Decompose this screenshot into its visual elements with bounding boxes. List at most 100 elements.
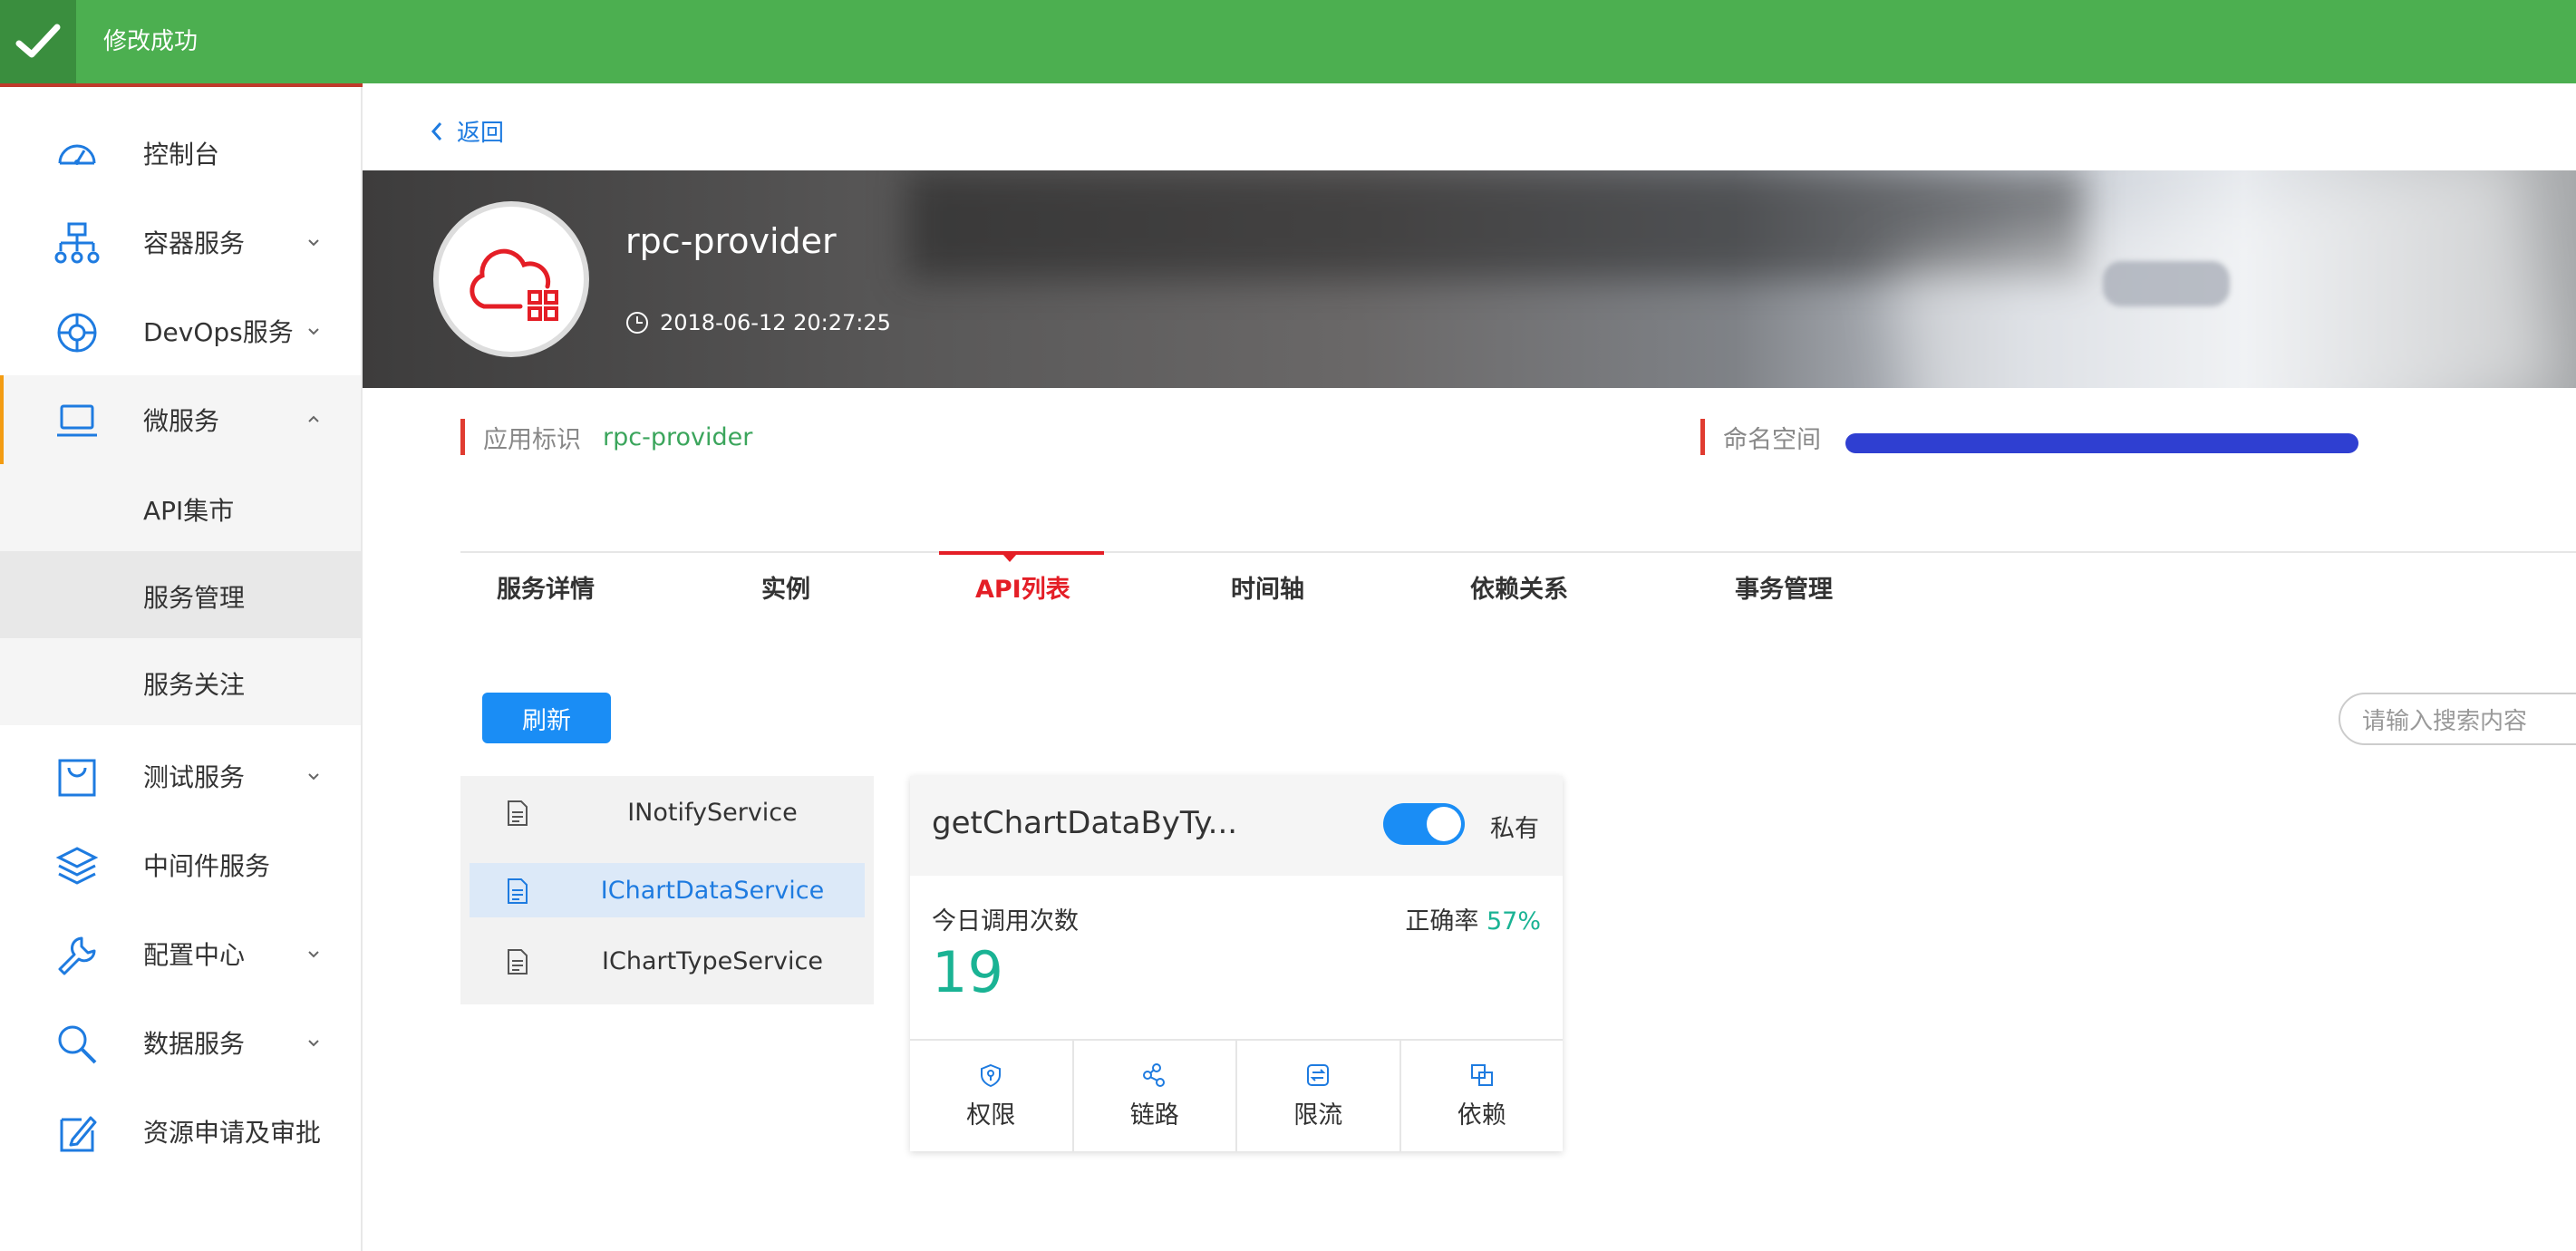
chevron-down-icon (308, 773, 319, 781)
action-label: 链路 (1129, 1101, 1179, 1130)
back-label: 返回 (457, 120, 505, 147)
sidebar-item-label: 资源申请及审批 (143, 1118, 322, 1148)
cloud-app-icon (470, 248, 558, 321)
active-tab-indicator (939, 551, 1104, 555)
private-toggle[interactable] (1383, 803, 1465, 845)
tab-transactions[interactable]: 事务管理 (1735, 569, 1833, 605)
accuracy-rate: 正确率 57% (1405, 901, 1541, 936)
banner-blur-mark (2103, 261, 2230, 306)
tab-service-details[interactable]: 服务详情 (497, 569, 595, 605)
search-icon (58, 1025, 97, 1064)
accent-bar (1700, 419, 1705, 455)
container-icon (54, 222, 100, 264)
sidebar-item-testing[interactable]: 测试服务 (0, 732, 361, 820)
back-link[interactable]: 返回 (430, 114, 504, 148)
sidebar-item-middleware[interactable]: 中间件服务 (0, 820, 361, 909)
accuracy-value: 57% (1486, 907, 1541, 936)
sidebar-item-label: 控制台 (143, 140, 220, 170)
sidebar-subitem-service-follow[interactable]: 服务关注 (0, 638, 361, 725)
service-item-icharttypeservice[interactable]: IChartTypeService (470, 934, 865, 988)
active-tab-caret (1002, 554, 1017, 562)
tab-instances[interactable]: 实例 (761, 569, 810, 605)
dashboard-icon (58, 144, 96, 165)
namespace-value-redacted (1845, 433, 2358, 453)
tab-dependencies[interactable]: 依赖关系 (1470, 569, 1568, 605)
sidebar-subitem-label: API集市 (143, 496, 235, 526)
namespace-label: 命名空间 (1723, 425, 1821, 454)
app-id-label: 应用标识 (483, 425, 581, 454)
refresh-button[interactable]: 刷新 (482, 693, 611, 743)
search-input[interactable]: 请输入搜索内容 (2339, 693, 2576, 745)
namespace-field: 命名空间 (1700, 419, 1843, 455)
success-toast: 修改成功 (0, 0, 2576, 83)
edit-icon (60, 1116, 97, 1152)
check-icon (0, 0, 76, 83)
chevron-down-icon (308, 328, 319, 335)
created-time-text: 2018-06-12 20:27:25 (660, 310, 891, 335)
laptop-icon (57, 404, 97, 437)
calls-today-label: 今日调用次数 (932, 907, 1079, 936)
api-name: getChartDataByTy... (932, 805, 1238, 841)
chevron-left-icon (431, 121, 442, 141)
chevron-down-icon (308, 239, 319, 247)
calls-today-value: 19 (932, 939, 1003, 1005)
action-label: 依赖 (1457, 1101, 1506, 1130)
layers-icon (55, 847, 99, 885)
sidebar-item-label: 配置中心 (143, 940, 246, 970)
bag-icon (58, 759, 96, 797)
sidebar-item-microservice[interactable]: 微服务 (0, 375, 361, 464)
chevron-down-icon (308, 1040, 319, 1047)
app-created-time: 2018-06-12 20:27:25 (625, 310, 891, 335)
service-name: IChartDataService (600, 876, 825, 905)
sidebar-item-config-center[interactable]: 配置中心 (0, 909, 361, 998)
action-label: 限流 (1293, 1101, 1343, 1130)
clock-icon (626, 312, 648, 334)
api-card-actions: 权限 链路 限流 依赖 (910, 1039, 1563, 1151)
dependency-icon (1470, 1063, 1493, 1086)
sidebar-item-label: DevOps服务 (143, 317, 294, 347)
accent-bar (460, 419, 465, 455)
api-card: getChartDataByTy... 私有 今日调用次数 19 正确率 57%… (910, 776, 1563, 1151)
sidebar-item-label: 微服务 (143, 406, 220, 436)
tab-api-list[interactable]: API列表 (975, 569, 1070, 605)
sidebar-item-label: 中间件服务 (143, 851, 271, 881)
sidebar-subitem-service-management[interactable]: 服务管理 (0, 551, 361, 638)
sidebar-item-data-service[interactable]: 数据服务 (0, 998, 361, 1087)
trace-button[interactable]: 链路 (1074, 1041, 1237, 1151)
visibility-label: 私有 (1490, 815, 1539, 843)
sidebar-item-label: 测试服务 (143, 762, 246, 792)
sidebar-item-container[interactable]: 容器服务 (0, 198, 361, 286)
sidebar-item-console[interactable]: 控制台 (0, 109, 361, 198)
devops-icon (57, 313, 97, 353)
app-banner (363, 170, 2576, 388)
sidebar-item-label: 数据服务 (143, 1029, 246, 1059)
app-id-field: 应用标识 rpc-provider (460, 419, 752, 455)
service-name: INotifyService (627, 798, 798, 827)
app-name: rpc-provider (625, 221, 837, 261)
sidebar-item-label: 容器服务 (143, 228, 246, 258)
sidebar-item-devops[interactable]: DevOps服务 (0, 286, 361, 375)
accuracy-label: 正确率 (1405, 907, 1479, 936)
permission-button[interactable]: 权限 (910, 1041, 1074, 1151)
sidebar-subitem-label: 服务关注 (143, 670, 246, 700)
throttle-icon (1307, 1063, 1330, 1086)
action-label: 权限 (966, 1101, 1016, 1130)
sidebar-subitem-api-market[interactable]: API集市 (0, 464, 361, 551)
chevron-up-icon (308, 415, 319, 422)
toggle-knob (1427, 807, 1461, 841)
service-name: IChartTypeService (602, 946, 823, 975)
sidebar-subitem-label: 服务管理 (143, 583, 246, 613)
tab-timeline[interactable]: 时间轴 (1231, 569, 1304, 605)
sidebar-item-resource-approval[interactable]: 资源申请及审批 (0, 1087, 361, 1176)
dependency-button[interactable]: 依赖 (1401, 1041, 1564, 1151)
link-icon (1142, 1062, 1165, 1087)
tabs-divider (460, 551, 2576, 553)
toast-message: 修改成功 (103, 28, 199, 55)
service-item-inotifyservice[interactable]: INotifyService (470, 785, 865, 839)
sidebar: 控制台 容器服务 DevOps服务 微服务 API集市 服务管理 服务关注 测试… (0, 87, 363, 1251)
app-logo (433, 201, 589, 357)
wrench-icon (58, 936, 96, 975)
service-list: INotifyService IChartDataService IChartT… (460, 776, 874, 1004)
rate-limit-button[interactable]: 限流 (1237, 1041, 1401, 1151)
service-item-ichartdataservice[interactable]: IChartDataService (470, 863, 865, 917)
